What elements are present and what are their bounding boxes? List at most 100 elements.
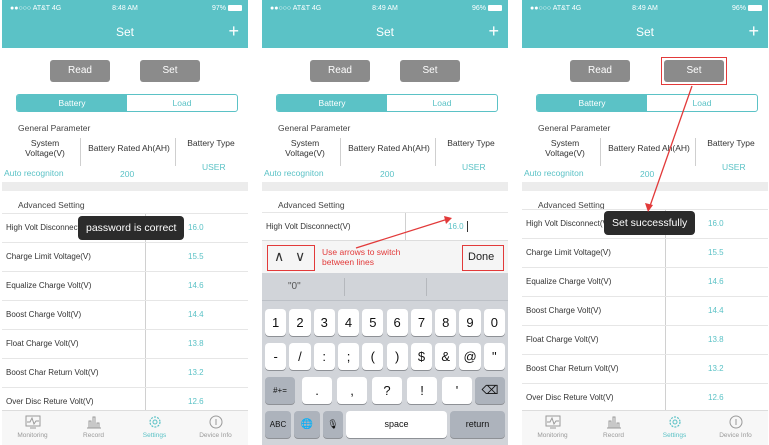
keyboard-key[interactable]: 6	[386, 309, 408, 336]
battery-rated-value[interactable]: 200	[120, 169, 134, 179]
battery-type-value[interactable]: USER	[202, 162, 226, 172]
read-button[interactable]: Read	[570, 60, 630, 82]
tab-battery[interactable]: Battery	[277, 95, 387, 111]
globe-icon[interactable]: 🌐	[294, 411, 320, 438]
battery-rated-value[interactable]: 200	[380, 169, 394, 179]
setting-value[interactable]: 13.8	[188, 339, 204, 348]
system-voltage-value[interactable]: Auto recogniton	[264, 168, 324, 178]
setting-value[interactable]: 14.4	[708, 306, 724, 315]
done-button[interactable]: Done	[468, 251, 494, 263]
keyboard-key[interactable]: 4	[337, 309, 360, 336]
keyboard-key[interactable]: ?	[372, 377, 402, 404]
keyboard-key[interactable]: "	[483, 343, 505, 370]
setting-row[interactable]: Over Disc Reture Volt(V) 12.6	[522, 383, 768, 413]
add-button[interactable]: +	[228, 21, 239, 42]
keyboard-key[interactable]: 7	[410, 309, 433, 336]
tab-battery[interactable]: Battery	[17, 95, 127, 111]
battery-type-value[interactable]: USER	[462, 162, 486, 172]
keyboard-key[interactable]: '	[442, 377, 472, 404]
setting-value[interactable]: 15.5	[708, 248, 724, 257]
keyboard-key[interactable]: 8	[435, 309, 457, 336]
keyboard-key[interactable]: -	[265, 343, 287, 370]
keyboard-key[interactable]: (	[362, 343, 384, 370]
keyboard-key[interactable]: 1	[265, 309, 287, 336]
tab-device-info[interactable]: Device Info	[705, 414, 766, 439]
keyboard-key[interactable]: $	[410, 343, 433, 370]
setting-value[interactable]: 12.6	[188, 397, 204, 406]
setting-row[interactable]: Charge Limit Voltage(V) 15.5	[522, 238, 768, 268]
tab-monitoring[interactable]: Monitoring	[2, 414, 63, 439]
set-button[interactable]: Set	[400, 60, 460, 82]
next-line-button[interactable]: ∨	[295, 248, 305, 265]
add-button[interactable]: +	[748, 21, 759, 42]
keyboard-key[interactable]: 5	[362, 309, 384, 336]
setting-row[interactable]: Equalize Charge Volt(V) 14.6	[2, 271, 248, 301]
keyboard-key[interactable]: 9	[459, 309, 481, 336]
tab-load[interactable]: Load	[647, 95, 757, 111]
space-key[interactable]: space	[346, 411, 447, 438]
add-button[interactable]: +	[488, 21, 499, 42]
keyboard-key[interactable]: !	[407, 377, 437, 404]
setting-row[interactable]: High Volt Disconnect(V) 16.0	[262, 212, 508, 241]
tab-device-info[interactable]: Device Info	[185, 414, 246, 439]
battery-type-value[interactable]: USER	[722, 162, 746, 172]
keyboard-key[interactable]: 3	[313, 309, 335, 336]
suggestion[interactable]: "0"	[288, 281, 301, 292]
setting-value[interactable]: 16.0	[708, 219, 724, 228]
tab-label: Monitoring	[17, 432, 48, 439]
setting-row[interactable]: Boost Char Return Volt(V) 13.2	[2, 358, 248, 388]
keyboard-key[interactable]: /	[289, 343, 311, 370]
divider	[665, 384, 666, 413]
setting-label: Boost Char Return Volt(V)	[6, 368, 99, 377]
keyboard-key[interactable]: &	[435, 343, 457, 370]
previous-line-button[interactable]: ∧	[274, 248, 284, 265]
setting-row[interactable]: Charge Limit Voltage(V) 15.5	[2, 242, 248, 272]
setting-row[interactable]: Boost Charge Volt(V) 14.4	[2, 300, 248, 330]
setting-row[interactable]: Boost Charge Volt(V) 14.4	[522, 296, 768, 326]
read-button[interactable]: Read	[50, 60, 110, 82]
system-voltage-value[interactable]: Auto recogniton	[4, 168, 64, 178]
system-voltage-label: System Voltage(V)	[545, 138, 585, 158]
keyboard-key[interactable]: .	[302, 377, 332, 404]
keyboard-key[interactable]: @	[459, 343, 481, 370]
battery-rated-value[interactable]: 200	[640, 169, 654, 179]
setting-value[interactable]: 13.2	[188, 368, 204, 377]
setting-row[interactable]: Boost Char Return Volt(V) 13.2	[522, 354, 768, 384]
nav-bar: Set +	[2, 17, 248, 48]
keyboard-key[interactable]: ;	[337, 343, 360, 370]
tab-settings[interactable]: Settings	[644, 414, 705, 439]
setting-value[interactable]: 14.6	[188, 281, 204, 290]
keyboard-key[interactable]: :	[313, 343, 335, 370]
setting-row[interactable]: Equalize Charge Volt(V) 14.6	[522, 267, 768, 297]
return-key[interactable]: return	[450, 411, 505, 438]
setting-value[interactable]: 14.4	[188, 310, 204, 319]
microphone-icon[interactable]: 🎙	[323, 411, 343, 438]
shift-symbols-key[interactable]: #+=	[265, 377, 295, 404]
setting-label: Equalize Charge Volt(V)	[526, 277, 612, 286]
setting-value[interactable]: 12.6	[708, 393, 724, 402]
setting-value[interactable]: 13.2	[708, 364, 724, 373]
setting-value[interactable]: 16.0	[188, 223, 204, 232]
tab-settings[interactable]: Settings	[124, 414, 185, 439]
setting-row[interactable]: Float Charge Volt(V) 13.8	[2, 329, 248, 359]
setting-row[interactable]: Float Charge Volt(V) 13.8	[522, 325, 768, 355]
keyboard-key[interactable]: ,	[337, 377, 367, 404]
abc-key[interactable]: ABC	[265, 411, 291, 438]
setting-value[interactable]: 13.8	[708, 335, 724, 344]
tab-record[interactable]: Record	[63, 414, 124, 439]
backspace-key[interactable]: ⌫	[475, 377, 505, 404]
keyboard-key[interactable]: )	[386, 343, 408, 370]
tab-battery[interactable]: Battery	[537, 95, 647, 111]
keyboard-key[interactable]: 0	[483, 309, 505, 336]
read-button[interactable]: Read	[310, 60, 370, 82]
setting-value[interactable]: 14.6	[708, 277, 724, 286]
tab-load[interactable]: Load	[127, 95, 237, 111]
setting-value[interactable]: 15.5	[188, 252, 204, 261]
set-button[interactable]: Set	[140, 60, 200, 82]
tab-record[interactable]: Record	[583, 414, 644, 439]
system-voltage-value[interactable]: Auto recogniton	[524, 168, 584, 178]
tab-load[interactable]: Load	[387, 95, 497, 111]
tab-monitoring[interactable]: Monitoring	[522, 414, 583, 439]
setting-value-input[interactable]: 16.0	[448, 222, 464, 231]
keyboard-key[interactable]: 2	[289, 309, 311, 336]
